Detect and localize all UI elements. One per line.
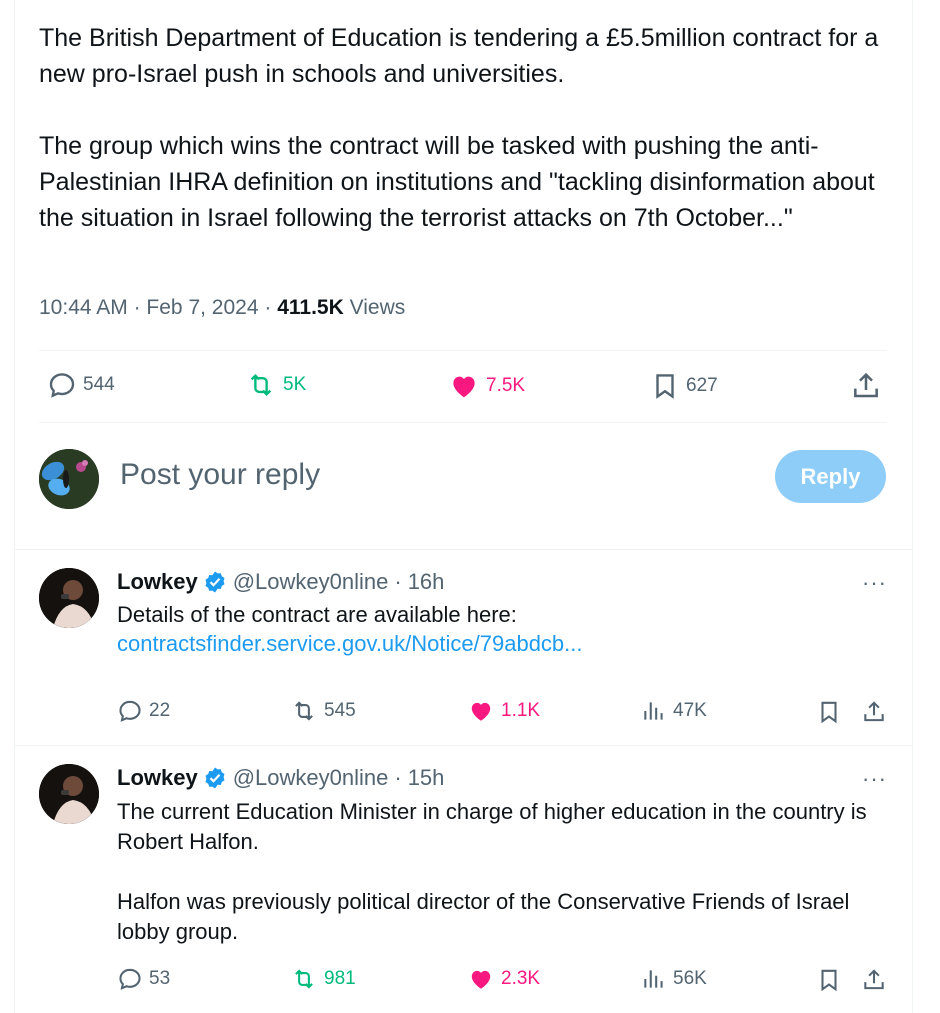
- divider: [39, 422, 887, 423]
- repost-count: 5K: [283, 374, 307, 395]
- bookmark-icon: [821, 969, 837, 992]
- reply-time[interactable]: 16h: [408, 569, 445, 595]
- reply-text: Details of the contract are available he…: [117, 602, 517, 627]
- separator: ·: [394, 569, 402, 594]
- tweet-meta: 10:44 AM · Feb 7, 2024 · 411.5K Views: [39, 296, 405, 320]
- more-icon[interactable]: ···: [862, 766, 887, 792]
- reply-icon: [119, 700, 141, 722]
- views-button[interactable]: 56K: [641, 966, 707, 992]
- views-button[interactable]: 47K: [641, 698, 707, 724]
- user-avatar[interactable]: [39, 449, 99, 509]
- reply-count: 22: [149, 700, 171, 721]
- reply-header: Lowkey @Lowkey0nline · 15h: [117, 765, 444, 791]
- bookmark-icon: [656, 374, 674, 399]
- bookmark-button[interactable]: [816, 966, 842, 994]
- reply-submit-button[interactable]: Reply: [775, 450, 886, 503]
- avatar[interactable]: [39, 568, 99, 628]
- like-button[interactable]: 1.1K: [467, 698, 540, 724]
- views-count: 47K: [673, 700, 707, 721]
- repost-button[interactable]: 5K: [245, 370, 306, 400]
- repost-button[interactable]: 545: [290, 698, 356, 724]
- bookmark-icon: [821, 701, 837, 724]
- heart-icon: [471, 702, 491, 721]
- like-count: 2.3K: [501, 968, 541, 989]
- repost-button[interactable]: 981: [290, 966, 356, 992]
- like-count: 1.1K: [501, 700, 541, 721]
- views-icon: [644, 702, 663, 720]
- reply-header: Lowkey @Lowkey0nline · 16h: [117, 569, 444, 595]
- reply-text: The current Education Minister in charge…: [117, 799, 867, 944]
- bookmark-button[interactable]: [816, 698, 842, 726]
- verified-badge-icon: [205, 571, 225, 593]
- reply-button[interactable]: 22: [117, 698, 170, 724]
- reply-count: 53: [149, 968, 171, 989]
- views-label: Views: [349, 296, 406, 319]
- reply-icon: [119, 968, 141, 990]
- butterfly-image: [39, 449, 99, 509]
- frame-border-right: [912, 0, 913, 1013]
- views-count: 411.5K: [277, 296, 344, 319]
- reply-time[interactable]: 15h: [408, 765, 445, 791]
- author-handle[interactable]: @Lowkey0nline: [233, 765, 389, 791]
- repost-icon: [295, 701, 313, 721]
- divider: [39, 350, 887, 351]
- repost-icon: [250, 373, 272, 397]
- frame-border-left: [14, 0, 15, 1013]
- author-name[interactable]: Lowkey: [117, 765, 198, 791]
- profile-photo: [39, 568, 99, 628]
- share-icon: [854, 372, 878, 398]
- contract-link[interactable]: contractsfinder.service.gov.uk/Notice/79…: [117, 631, 583, 657]
- profile-photo: [39, 764, 99, 824]
- share-button[interactable]: [861, 966, 887, 994]
- heart-icon: [471, 970, 491, 989]
- repost-icon: [295, 969, 313, 989]
- verified-badge-icon: [205, 767, 225, 789]
- share-icon: [864, 701, 884, 722]
- tweet-time[interactable]: 10:44 AM: [39, 296, 128, 319]
- bookmark-button[interactable]: 627: [650, 370, 718, 402]
- views-icon: [644, 970, 663, 988]
- separator: ·: [394, 765, 402, 790]
- repost-count: 545: [324, 700, 356, 721]
- share-icon: [864, 969, 884, 990]
- reply-icon: [49, 373, 75, 398]
- heart-icon: [453, 376, 475, 398]
- reply-button[interactable]: 544: [47, 370, 115, 400]
- share-button[interactable]: [850, 370, 882, 402]
- more-icon[interactable]: ···: [862, 570, 887, 596]
- author-name[interactable]: Lowkey: [117, 569, 198, 595]
- repost-count: 981: [324, 968, 356, 989]
- reply-input[interactable]: Post your reply: [120, 458, 320, 492]
- separator: ·: [133, 296, 141, 319]
- share-button[interactable]: [861, 698, 887, 726]
- avatar[interactable]: [39, 764, 99, 824]
- tweet-date[interactable]: Feb 7, 2024: [146, 296, 258, 319]
- views-count: 56K: [673, 968, 707, 989]
- reply-count: 544: [83, 374, 115, 395]
- like-button[interactable]: 7.5K: [448, 371, 525, 401]
- separator: ·: [264, 296, 272, 319]
- divider: [14, 745, 913, 746]
- divider: [14, 549, 913, 550]
- main-tweet-text: The British Department of Education is t…: [39, 24, 879, 232]
- like-button[interactable]: 2.3K: [467, 966, 540, 992]
- reply-button[interactable]: 53: [117, 966, 170, 992]
- like-count: 7.5K: [486, 375, 526, 396]
- bookmark-count: 627: [686, 375, 718, 396]
- author-handle[interactable]: @Lowkey0nline: [233, 569, 389, 595]
